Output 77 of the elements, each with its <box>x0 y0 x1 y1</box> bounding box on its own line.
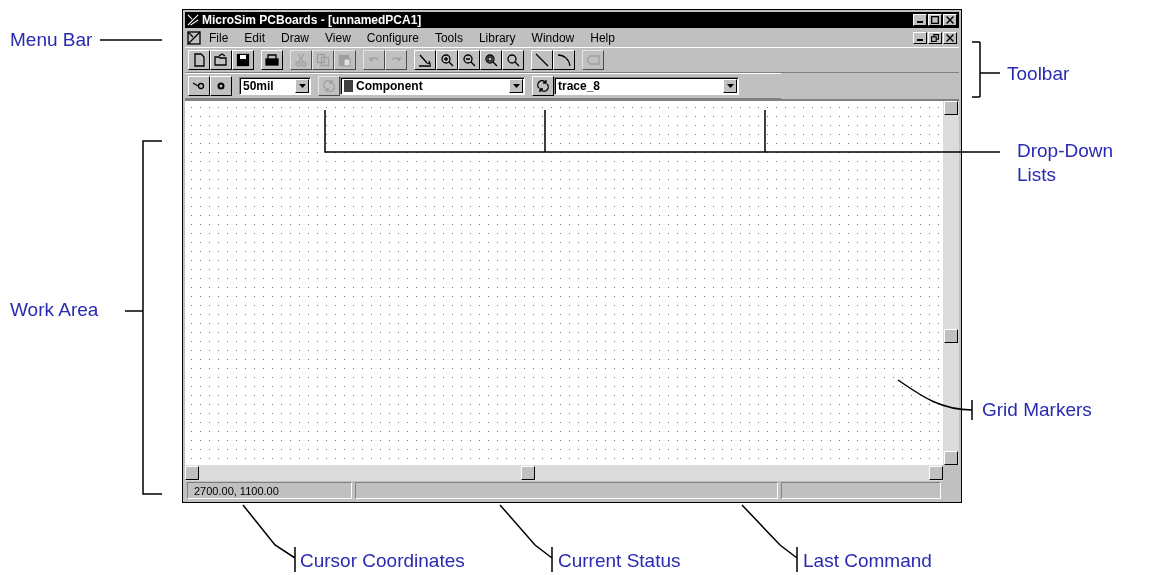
bracket-line <box>971 41 1001 98</box>
dropdown[interactable]: Component <box>340 77 525 95</box>
menu-item[interactable]: Help <box>582 30 623 45</box>
minimize-icon <box>917 21 923 23</box>
leader-line <box>242 504 296 573</box>
line-button[interactable] <box>531 50 553 70</box>
search-icon <box>506 53 520 67</box>
folder-icon <box>214 53 228 67</box>
scissors-icon <box>294 53 308 67</box>
zoom-in-button[interactable] <box>436 50 458 70</box>
horizontal-scrollbar[interactable] <box>185 465 943 481</box>
maximize-button[interactable] <box>928 14 942 26</box>
leader-line <box>499 504 553 573</box>
close-button[interactable] <box>943 31 957 44</box>
minimize-button[interactable] <box>913 14 927 26</box>
document-icon <box>187 30 201 45</box>
callout-label: Toolbar <box>1007 62 1070 86</box>
vertical-scrollbar[interactable] <box>943 101 959 465</box>
dropdown[interactable]: 50mil <box>239 77 311 95</box>
restore-icon <box>931 33 939 42</box>
select-button[interactable] <box>414 50 436 70</box>
callout-label: Menu Bar <box>10 28 94 52</box>
menu-item[interactable]: Window <box>523 30 583 45</box>
save-button[interactable] <box>232 50 254 70</box>
menu-item[interactable]: Tools <box>426 30 471 45</box>
refresh-icon <box>322 79 336 93</box>
dropdown[interactable]: trace_8 <box>554 77 739 95</box>
callout-label: Drop-Down Lists <box>1017 139 1115 187</box>
zoom-button[interactable] <box>502 50 524 70</box>
window-title: MicroSim PCBoards - [unnamedPCA1] <box>202 13 423 27</box>
menu-item[interactable]: Library <box>470 30 524 45</box>
new-button[interactable] <box>188 50 210 70</box>
callout-label: Work Area <box>10 298 99 322</box>
minimize-icon <box>917 38 923 41</box>
copy-icon <box>316 53 330 67</box>
refresh-button[interactable] <box>532 76 554 96</box>
restore-button[interactable] <box>928 31 942 44</box>
callout-label: Grid Markers <box>982 398 1092 422</box>
dropdown-arrow-icon <box>298 84 306 88</box>
line-icon <box>535 53 549 67</box>
close-icon <box>946 16 954 24</box>
leader-line <box>741 504 798 573</box>
close-button[interactable] <box>943 14 957 26</box>
tag-icon <box>586 53 600 67</box>
callout-label: Last Command <box>803 549 932 573</box>
zoom-out-icon <box>462 53 476 67</box>
refresh-icon <box>536 79 550 93</box>
arc-icon <box>557 53 571 67</box>
callout-label: Current Status <box>558 549 681 573</box>
zoom-out-button[interactable] <box>458 50 480 70</box>
arc-button[interactable] <box>553 50 575 70</box>
dropdown-arrow-icon <box>512 84 520 88</box>
maximize-icon <box>931 16 939 24</box>
dropdown-arrow-icon <box>726 84 734 88</box>
minimize-button[interactable] <box>913 31 927 44</box>
menu-item[interactable]: View <box>317 30 359 45</box>
zoom-area-button[interactable] <box>480 50 502 70</box>
menu-item[interactable]: Configure <box>358 30 427 45</box>
app-logo-icon <box>187 14 199 26</box>
print-button[interactable] <box>261 50 283 70</box>
pad-button[interactable] <box>210 76 232 96</box>
leader-line <box>99 39 163 41</box>
file-icon <box>192 53 206 67</box>
zoom-area-icon <box>484 53 498 67</box>
pen-icon <box>418 53 432 67</box>
menu-item[interactable]: Edit <box>236 30 274 45</box>
close-icon <box>946 33 954 42</box>
cursor-coordinates: 2700.00, 1100.00 <box>187 482 352 499</box>
pin-button[interactable] <box>188 76 210 96</box>
clipboard-icon <box>338 53 352 67</box>
zoom-in-icon <box>440 53 454 67</box>
menu-item[interactable]: File <box>201 30 237 45</box>
open-button[interactable] <box>210 50 232 70</box>
menu-item[interactable]: Draw <box>273 30 318 45</box>
layer-swatch-icon <box>344 80 353 92</box>
callout-label: Cursor Coordinates <box>300 549 465 573</box>
printer-icon <box>265 53 279 67</box>
